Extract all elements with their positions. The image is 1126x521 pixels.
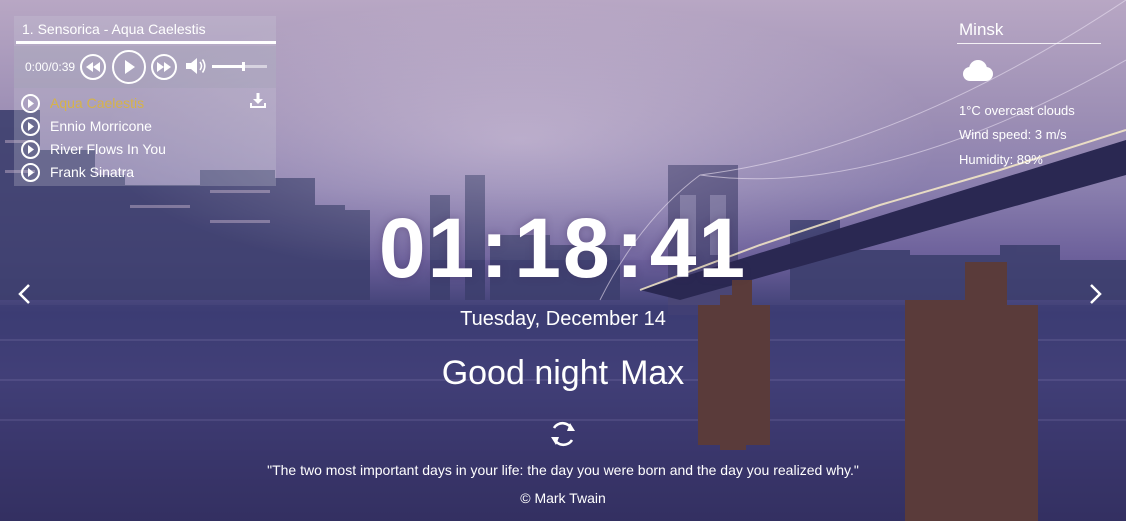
next-background-arrow-icon[interactable] [1088, 283, 1104, 305]
track-title: 1. Sensorica - Aqua Caelestis [22, 21, 206, 37]
temperature: 1°C [959, 103, 981, 118]
weather-description-row: 1°C overcast clouds [959, 103, 1075, 118]
volume-level [212, 65, 243, 68]
play-icon[interactable] [21, 140, 40, 159]
volume-slider[interactable] [212, 62, 267, 71]
weather-description: overcast clouds [984, 103, 1075, 118]
play-button[interactable] [112, 50, 146, 84]
user-name[interactable]: Max [620, 354, 684, 392]
prev-button[interactable] [80, 54, 106, 80]
cloud-icon [963, 60, 993, 81]
city-underline [957, 43, 1101, 44]
city-name[interactable]: Minsk [959, 20, 1003, 40]
clock-minutes: 18 [514, 201, 612, 295]
clock-hours: 01 [378, 201, 477, 295]
quote-text: "The two most important days in your lif… [267, 462, 859, 478]
playlist-item-label: Aqua Caelestis [50, 95, 145, 111]
clock-separator: : [480, 201, 511, 295]
quote-author: © Mark Twain [520, 490, 606, 506]
greeting-text: Good night [441, 354, 609, 392]
play-icon[interactable] [21, 163, 40, 182]
clock-separator: : [615, 201, 646, 295]
playlist: Aqua Caelestis Ennio Morricone River Flows… [14, 92, 276, 184]
playlist-item[interactable]: Frank Sinatra [14, 161, 276, 184]
progress-bar[interactable] [16, 41, 276, 44]
play-icon[interactable] [21, 94, 40, 113]
download-icon[interactable] [250, 92, 266, 108]
play-icon[interactable] [21, 117, 40, 136]
player-controls: 0:00/0:39 [14, 46, 276, 88]
track-time: 0:00/0:39 [25, 60, 76, 74]
volume-icon[interactable] [186, 57, 208, 75]
clock-seconds: 41 [649, 201, 748, 295]
prev-background-arrow-icon[interactable] [16, 283, 32, 305]
playlist-item-label: Frank Sinatra [50, 164, 135, 180]
prev-icon [86, 62, 100, 72]
clock: 01:18:41 [0, 200, 1126, 297]
audio-player: 1. Sensorica - Aqua Caelestis 0:00/0:39 [14, 16, 276, 186]
playlist-item[interactable]: River Flows In You [14, 138, 276, 161]
play-icon [125, 60, 135, 74]
playlist-item[interactable]: Aqua Caelestis [14, 92, 276, 115]
wind-speed: Wind speed: 3 m/s [959, 127, 1067, 142]
next-icon [157, 62, 171, 72]
refresh-quote-icon[interactable] [548, 419, 578, 449]
greeting: Good night Max [0, 354, 1126, 393]
playlist-item-label: Ennio Morricone [50, 118, 152, 134]
background: 1. Sensorica - Aqua Caelestis 0:00/0:39 [0, 0, 1126, 521]
humidity: Humidity: 89% [959, 152, 1043, 167]
playlist-item-label: River Flows In You [50, 141, 166, 157]
date-display: Tuesday, December 14 [460, 308, 666, 330]
volume-handle[interactable] [242, 62, 246, 71]
next-button[interactable] [151, 54, 177, 80]
playlist-item[interactable]: Ennio Morricone [14, 115, 276, 138]
